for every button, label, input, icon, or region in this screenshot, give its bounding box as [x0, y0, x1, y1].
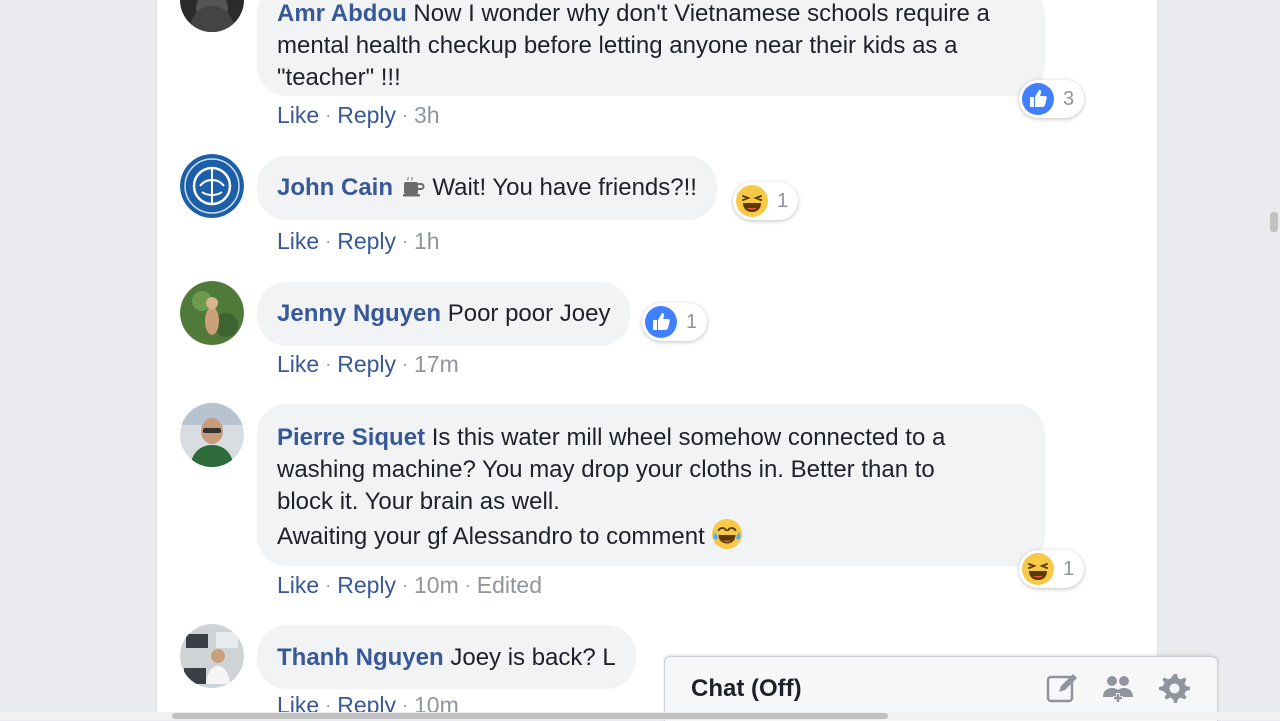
laughing-emoji-icon [1022, 553, 1054, 585]
avatar[interactable] [180, 154, 244, 218]
reply-link[interactable]: Reply [337, 102, 396, 128]
comment-actions: Like · Reply · 17m [277, 351, 459, 378]
comment-bubble: John Cain Wait! You have friends?!! [257, 156, 717, 220]
separator: · [325, 354, 332, 374]
compose-icon[interactable] [1045, 671, 1079, 705]
comment-bubble: Pierre Siquet Is this water mill wheel s… [257, 404, 1045, 566]
comment-bubble: Jenny Nguyen Poor poor Joey [257, 282, 631, 346]
comment-actions: Like · Reply · 10m · Edited [277, 572, 542, 599]
like-link[interactable]: Like [277, 228, 319, 254]
comment-time[interactable]: 17m [414, 351, 459, 377]
reaction-summary[interactable]: 1 [642, 303, 708, 341]
avatar[interactable] [180, 403, 244, 467]
separator: · [402, 231, 409, 251]
comment-actions: Like · Reply · 1h [277, 228, 440, 255]
reaction-summary[interactable]: 1 [1019, 550, 1085, 588]
comment-text: mental health checkup before letting any… [277, 32, 958, 59]
separator: · [325, 231, 332, 251]
separator: · [402, 575, 409, 595]
edited-label[interactable]: Edited [477, 572, 542, 598]
reaction-count: 1 [686, 310, 698, 333]
reply-link[interactable]: Reply [337, 228, 396, 254]
comment-time[interactable]: 1h [414, 228, 440, 254]
comment-time[interactable]: 3h [414, 102, 440, 128]
chat-title[interactable]: Chat (Off) [691, 675, 802, 703]
like-link[interactable]: Like [277, 351, 319, 377]
reaction-count: 1 [1063, 557, 1075, 580]
comment-actions: Like · Reply · 3h [277, 102, 440, 129]
comment-text: Joey is back? L [443, 644, 616, 671]
comment-text: Awaiting your gf Alessandro to comment [277, 523, 712, 550]
reply-link[interactable]: Reply [337, 351, 396, 377]
avatar[interactable] [180, 624, 244, 688]
comment-text: "teacher" !!! [277, 64, 401, 91]
reaction-summary[interactable]: 1 [733, 182, 799, 220]
separator: · [464, 575, 471, 595]
avatar[interactable] [180, 281, 244, 345]
like-link[interactable]: Like [277, 572, 319, 598]
like-icon [1022, 83, 1054, 115]
vertical-scrollbar[interactable] [1270, 212, 1278, 232]
comment-text: Poor poor Joey [441, 300, 611, 327]
comment-author[interactable]: Pierre Siquet [277, 424, 425, 451]
comment-text: Now I wonder why don't Vietnamese school… [406, 0, 990, 27]
coffee-icon [402, 176, 425, 197]
laughing-emoji-icon [736, 185, 768, 217]
gear-icon[interactable] [1157, 671, 1191, 705]
comment-author[interactable]: John Cain [277, 174, 393, 201]
comment-text: block it. Your brain as well. [277, 488, 560, 515]
comment-text: Wait! You have friends?!! [425, 174, 697, 201]
like-link[interactable]: Like [277, 102, 319, 128]
comment-author[interactable]: Thanh Nguyen [277, 644, 444, 671]
reaction-summary[interactable]: 3 [1019, 80, 1085, 118]
reaction-count: 1 [777, 189, 789, 212]
comment-bubble: Thanh Nguyen Joey is back? L [257, 625, 636, 689]
tears-of-joy-emoji-icon [712, 518, 743, 550]
comment-bubble: Amr Abdou Now I wonder why don't Vietnam… [257, 0, 1045, 96]
reply-link[interactable]: Reply [337, 572, 396, 598]
horizontal-scrollbar[interactable] [172, 713, 888, 719]
comment-text: Is this water mill wheel somehow connect… [425, 424, 946, 451]
comment-text: washing machine? You may drop your cloth… [277, 456, 935, 483]
separator: · [402, 105, 409, 125]
reaction-count: 3 [1063, 87, 1075, 110]
separator: · [402, 354, 409, 374]
comment-author[interactable]: Jenny Nguyen [277, 300, 441, 327]
comment-time[interactable]: 10m [414, 572, 459, 598]
separator: · [325, 575, 332, 595]
separator: · [325, 105, 332, 125]
add-group-icon[interactable] [1101, 671, 1135, 705]
like-icon [645, 306, 677, 338]
comment-author[interactable]: Amr Abdou [277, 0, 407, 27]
